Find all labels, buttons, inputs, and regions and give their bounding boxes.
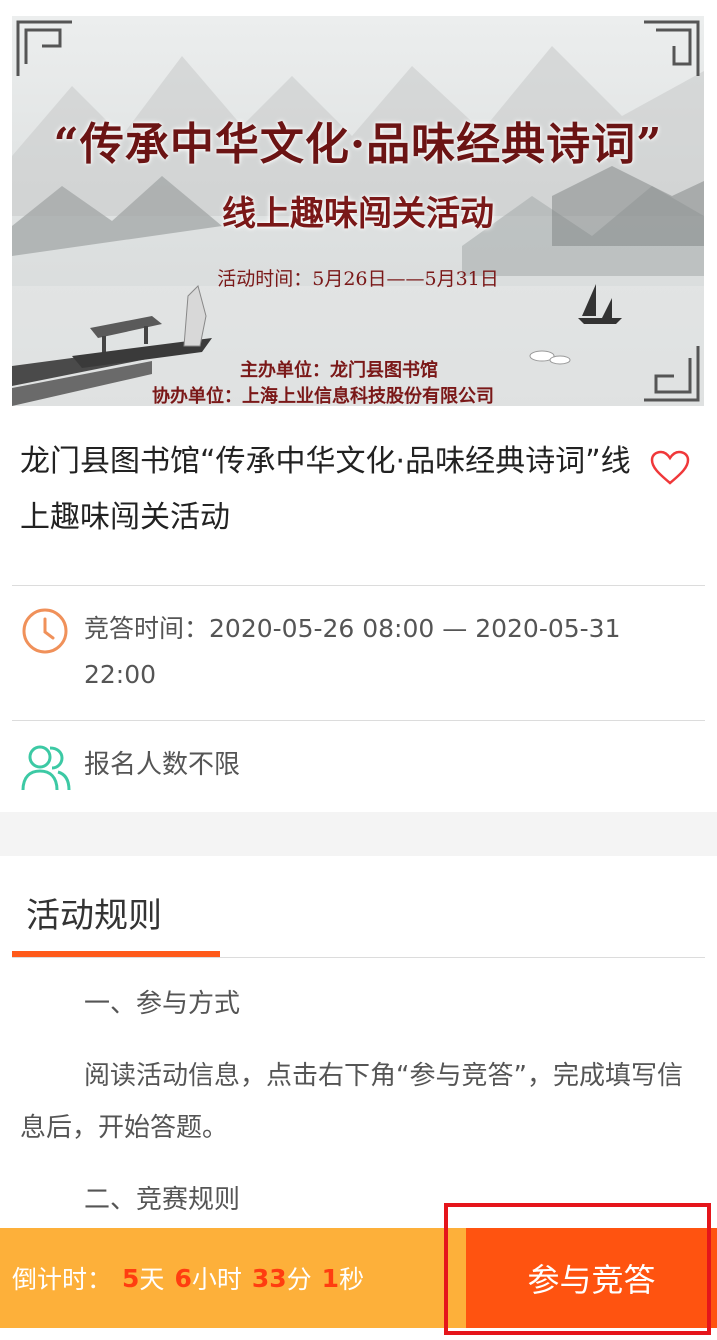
countdown-minutes: 33	[251, 1263, 287, 1293]
users-icon	[20, 742, 72, 798]
countdown-seconds-unit: 秒	[339, 1265, 365, 1294]
divider	[12, 585, 705, 586]
heart-icon[interactable]	[650, 450, 690, 490]
countdown-minutes-unit: 分	[286, 1265, 312, 1294]
divider	[12, 720, 705, 721]
tab-divider	[12, 957, 705, 958]
countdown: 倒计时： 5天 6 小时 33 分 1秒	[0, 1228, 466, 1328]
clock-icon	[20, 606, 70, 660]
countdown-seconds: 1	[321, 1263, 340, 1293]
banner-co-host: 协办单位：上海上业信息科技股份有限公司	[152, 386, 494, 406]
quiz-time-label: 竞答时间：	[84, 614, 210, 643]
banner-subtitle: 线上趣味闯关活动	[222, 194, 494, 234]
banner-time: 活动时间：5月26日——5月31日	[217, 268, 499, 290]
banner-host: 主办单位：龙门县图书馆	[240, 360, 438, 381]
activity-banner: “传承中华文化·品味经典诗词” 线上趣味闯关活动 活动时间：5月26日——5月3…	[12, 16, 704, 406]
participant-limit: 报名人数不限	[84, 750, 241, 780]
rule-paragraph: 阅读活动信息，点击右下角“参与竞答”，完成填写信息后，开始答题。	[20, 1061, 683, 1143]
activity-title: 龙门县图书馆“传承中华文化·品味经典诗词”线上趣味闯关活动	[20, 444, 631, 535]
quiz-time: 竞答时间：2020-05-26 08:00 — 2020-05-31 22:00	[84, 606, 684, 698]
banner-title: “传承中华文化·品味经典诗词”	[53, 119, 663, 170]
section-gap	[0, 812, 717, 856]
countdown-days-unit: 天	[139, 1265, 165, 1294]
active-tab-indicator	[12, 951, 220, 957]
rule-paragraph: 一、参与方式	[84, 989, 241, 1019]
countdown-days: 5	[122, 1263, 140, 1293]
countdown-hours-unit: 小时	[191, 1265, 242, 1294]
countdown-hours: 6	[174, 1263, 192, 1293]
highlight-box	[444, 1203, 711, 1335]
countdown-label: 倒计时：	[12, 1265, 113, 1294]
tab-activity-rules[interactable]: 活动规则	[26, 888, 162, 937]
